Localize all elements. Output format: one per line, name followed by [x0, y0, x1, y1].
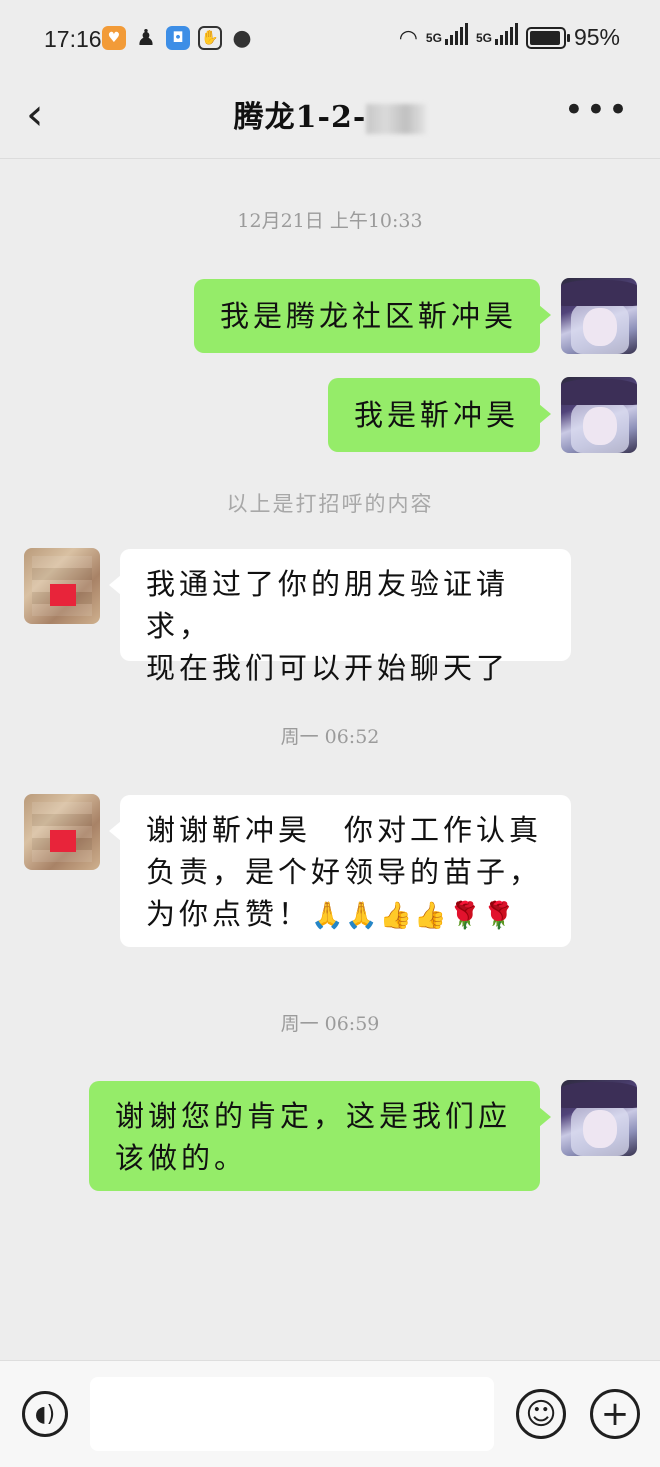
emoji-reactions: 🙏🙏👍👍🌹🌹 — [311, 901, 518, 931]
message-line: 谢谢靳冲昊 你对工作认真 — [146, 813, 543, 847]
timestamp: 周一 06:52 — [280, 726, 380, 748]
qq-icon: ♟ — [136, 25, 156, 51]
redacted-name — [366, 104, 427, 134]
message-text: 我是腾龙社区靳冲昊 — [220, 299, 518, 333]
chat-title: 腾龙1-2- — [0, 92, 660, 136]
battery-fill — [529, 30, 561, 45]
wifi-icon: ◠ — [398, 24, 418, 50]
input-bar: ◖) ☺ + — [0, 1360, 660, 1467]
app-notification-icon: ♥ — [102, 26, 126, 50]
my-avatar[interactable] — [561, 377, 637, 453]
network-label-1: 5G — [425, 30, 442, 45]
message-input[interactable] — [90, 1377, 494, 1451]
my-avatar[interactable] — [561, 1080, 637, 1156]
chat-header: ‹ 腾龙1-2- ••• — [0, 80, 660, 159]
message-text: 我是靳冲昊 — [354, 398, 520, 432]
message-icon: ● — [232, 25, 252, 51]
contact-message-bubble[interactable]: 我通过了你的朋友验证请求， 现在我们可以开始聊天了 — [109, 549, 571, 685]
signal-bars-icon — [444, 22, 468, 45]
contact-avatar[interactable] — [24, 794, 100, 870]
more-dots-icon: ••• — [563, 90, 630, 130]
my-message-bubble[interactable]: 我是腾龙社区靳冲昊 — [194, 279, 551, 353]
my-avatar[interactable] — [561, 278, 637, 354]
voice-button[interactable]: ◖) — [22, 1391, 68, 1437]
plus-icon: + — [600, 1394, 630, 1434]
signal-1: 5G — [425, 22, 468, 45]
status-right: ◠ 5G 5G 95% — [398, 22, 620, 51]
my-message-bubble[interactable]: 谢谢您的肯定，这是我们应 该做的。 — [89, 1081, 551, 1191]
emoji-icon: ☺ — [525, 1396, 557, 1432]
message-line: 为你点赞！ — [146, 897, 312, 931]
timestamp: 周一 06:59 — [280, 1013, 380, 1035]
message-line: 谢谢您的肯定，这是我们应 — [115, 1099, 512, 1133]
my-message-bubble[interactable]: 我是靳冲昊 — [328, 378, 551, 452]
signal-2: 5G — [475, 22, 518, 45]
security-app-icon: ◘ — [166, 26, 190, 50]
status-bar: 17:16 ♥ ♟ ◘ ✋ ● ◠ 5G 5G 95% — [0, 0, 660, 80]
message-line: 现在我们可以开始聊天了 — [146, 651, 510, 685]
chat-title-text: 腾龙1-2- — [233, 100, 367, 135]
system-message: 以上是打招呼的内容 — [226, 492, 434, 516]
more-button[interactable]: ••• — [564, 90, 630, 130]
voice-icon: ◖) — [34, 1401, 56, 1427]
timestamp: 12月21日 上午10:33 — [237, 210, 423, 232]
signal-bars-icon — [494, 22, 518, 45]
message-line: 负责，是个好领导的苗子， — [146, 855, 543, 889]
status-time: 17:16 — [44, 26, 102, 52]
emoji-button[interactable]: ☺ — [516, 1389, 566, 1439]
plus-button[interactable]: + — [590, 1389, 640, 1439]
battery-icon — [525, 26, 570, 49]
contact-message-bubble[interactable]: 谢谢靳冲昊 你对工作认真 负责，是个好领导的苗子， 为你点赞！🙏🙏👍👍🌹🌹 — [109, 795, 571, 947]
network-label-2: 5G — [475, 30, 492, 45]
message-line: 该做的。 — [115, 1141, 248, 1175]
contact-avatar[interactable] — [24, 548, 100, 624]
hand-icon: ✋ — [198, 26, 222, 50]
message-line-with-emoji: 为你点赞！🙏🙏👍👍🌹🌹 — [146, 893, 571, 937]
battery-percent: 95% — [573, 24, 620, 50]
notification-icons: ♥ ♟ ◘ ✋ ● — [102, 25, 254, 51]
message-line: 我通过了你的朋友验证请求， — [146, 567, 510, 643]
